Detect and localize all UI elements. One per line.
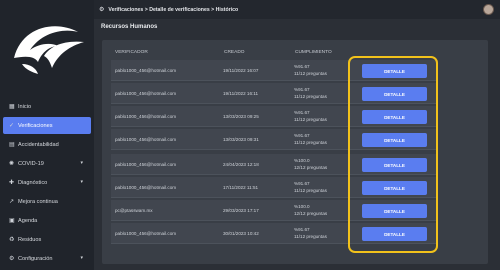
sidebar-item-1[interactable]: ✓ Verificaciones [3,117,91,134]
created-cell: 30/01/2023 10:42 [223,231,259,236]
gear-icon[interactable]: ⚙ [99,6,104,13]
sidebar-item-7[interactable]: ♻ Residuos [3,231,91,248]
verificador-cell: pablo1000_456@hotmail.com [115,162,177,167]
sidebar-item-4[interactable]: ✚ Diagnóstico ▾ [3,174,91,191]
check-icon: ✓ [9,122,15,129]
compliance-questions: 11/12 preguntas [294,71,327,76]
compliance-questions: 12/12 preguntas [294,165,328,170]
column-header-cumplimiento: CUMPLIMIENTO [295,50,332,55]
compliance-percent: %91.67 [294,227,310,232]
verificador-cell: pablo1000_456@hotmail.com [115,137,177,142]
sidebar-item-label: Agenda [18,217,38,224]
created-cell: 19/11/2022 16:11 [223,91,259,96]
verificador-cell: pablo1000_456@hotmail.com [115,185,177,190]
compliance-percent: %91.67 [294,110,310,115]
report-icon: ▤ [9,141,15,148]
compliance-percent: %100.0 [294,158,310,163]
sidebar-nav: ▦ Inicio ✓ Verificaciones ▤ Accidentabilidad ✺… [0,98,94,269]
compliance-questions: 12/12 preguntas [294,211,328,216]
chart-icon: ↗ [9,198,15,205]
sidebar-item-label: Configuración [18,255,53,262]
column-header-verificador: VERIFICADOR [115,50,148,55]
created-cell: 29/03/2023 17:17 [223,208,259,213]
turtle-logo-icon [14,26,84,74]
sidebar-item-2[interactable]: ▤ Accidentabilidad [3,136,91,153]
compliance-questions: 11/12 preguntas [294,188,327,193]
recycle-icon: ♻ [9,236,15,243]
compliance-questions: 11/12 preguntas [294,117,327,122]
sidebar-item-label: Accidentabilidad [18,141,59,148]
calendar-icon: ▣ [9,217,15,224]
created-cell: 17/11/2022 11:51 [223,185,259,190]
grid-icon: ▦ [9,103,15,110]
compliance-percent: %100.0 [294,204,310,209]
breadcrumb: Verificaciones > Detalle de verificacion… [108,6,239,13]
top-bar: ⚙ Verificaciones > Detalle de verificaci… [94,0,500,19]
verificador-cell: pc@ptasswam.mx [115,208,153,213]
sidebar-item-8[interactable]: ⚙ Configuración ▾ [3,250,91,267]
avatar[interactable] [483,4,494,15]
detalle-highlight-box [348,56,438,253]
sidebar-item-label: COVID-19 [18,160,44,167]
settings-icon: ⚙ [9,255,15,262]
compliance-questions: 11/12 preguntas [294,94,327,99]
sidebar-item-label: Mejora continua [18,198,58,205]
created-cell: 13/03/2023 09:25 [223,114,259,119]
sidebar-item-3[interactable]: ✺ COVID-19 ▾ [3,155,91,172]
created-cell: 24/04/2023 12:18 [223,162,259,167]
column-header-creado: CREADO [224,50,245,55]
compliance-questions: 11/12 preguntas [294,234,327,239]
sidebar-item-5[interactable]: ↗ Mejora continua [3,193,91,210]
compliance-questions: 11/12 preguntas [294,140,327,145]
chevron-down-icon: ▾ [80,255,83,261]
verificador-cell: pablo1000_456@hotmail.com [115,68,177,73]
verificador-cell: pablo1000_456@hotmail.com [115,114,177,119]
virus-icon: ✺ [9,160,15,167]
app-logo[interactable] [0,0,94,92]
sidebar-item-6[interactable]: ▣ Agenda [3,212,91,229]
sidebar-item-0[interactable]: ▦ Inicio [3,98,91,115]
sidebar-item-label: Inicio [18,103,32,110]
chevron-down-icon: ▾ [80,160,83,166]
sidebar-item-label: Verificaciones [18,122,53,129]
created-cell: 13/03/2023 09:31 [223,137,259,142]
diagnosis-icon: ✚ [9,179,15,186]
created-cell: 19/11/2022 16:07 [223,68,259,73]
sidebar: ▦ Inicio ✓ Verificaciones ▤ Accidentabilidad ✺… [0,0,94,270]
chevron-down-icon: ▾ [80,179,83,185]
compliance-percent: %91.67 [294,181,310,186]
page-title: Recursos Humanos [101,24,158,30]
compliance-percent: %91.67 [294,133,310,138]
verificador-cell: pablo1000_456@hotmail.com [115,91,177,96]
verificador-cell: pablo1000_456@hotmail.com [115,231,177,236]
sidebar-item-label: Diagnóstico [18,179,48,186]
compliance-percent: %91.67 [294,64,310,69]
compliance-percent: %91.67 [294,87,310,92]
sidebar-item-label: Residuos [18,236,42,243]
